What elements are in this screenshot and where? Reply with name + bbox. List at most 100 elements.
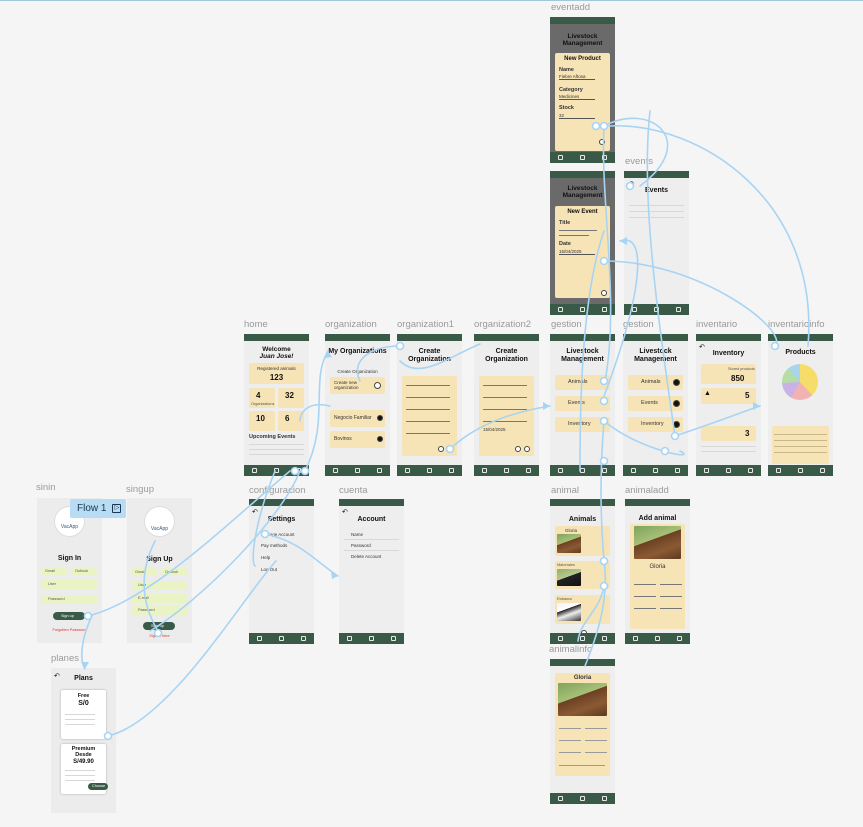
frame-configuracion[interactable]: ↶ Settings Manage Account Pay methods He… [249, 499, 314, 644]
calendar-icon[interactable] [797, 468, 803, 473]
calendar-icon[interactable] [368, 636, 374, 641]
form-field[interactable] [660, 584, 682, 585]
confirm-button[interactable] [447, 446, 453, 452]
frame-organization2[interactable]: Create Organization 15/04/2025 [474, 334, 539, 476]
frame-singup[interactable]: VacApp Sign Up Gmail Outlook User E-mail… [127, 498, 192, 643]
home-icon[interactable] [776, 468, 782, 473]
play-icon[interactable]: ▷ [112, 504, 122, 513]
outlook-button[interactable]: Outlook [161, 568, 187, 576]
cow-icon[interactable] [601, 636, 607, 641]
plan-card-free[interactable]: Free S/0 [61, 690, 106, 739]
account-item-name[interactable]: Name [351, 532, 363, 537]
stat-card-organizations[interactable]: 4 Organizations [249, 388, 275, 408]
form-field[interactable] [634, 596, 656, 597]
email-input[interactable]: E-mail [131, 594, 188, 603]
choose-plan-button[interactable]: Choose [88, 783, 108, 790]
menu-item-events[interactable]: Events [555, 396, 610, 411]
account-item-password[interactable]: Password [351, 543, 371, 548]
home-icon[interactable] [558, 796, 564, 801]
form-field[interactable] [483, 409, 527, 410]
cow-icon[interactable] [601, 468, 607, 473]
frame-inventarioinfo[interactable]: Products [768, 334, 833, 476]
form-field[interactable] [660, 608, 682, 609]
home-icon[interactable] [252, 468, 258, 473]
calendar-icon[interactable] [725, 468, 731, 473]
calendar-icon[interactable] [654, 636, 660, 641]
sign-up-button[interactable]: Sign up [143, 622, 175, 630]
settings-item-logout[interactable]: Log Out [261, 567, 277, 572]
frame-gestion2[interactable]: Livestock Management Animals Events Inve… [623, 334, 688, 476]
form-field[interactable] [406, 409, 450, 410]
back-arrow-icon[interactable]: ↶ [252, 508, 258, 516]
frame-animal[interactable]: Animals Gloria Matorrales Robasco [550, 499, 615, 644]
form-field[interactable] [483, 397, 527, 398]
cow-icon[interactable] [295, 468, 301, 473]
user-input[interactable]: User [131, 581, 188, 590]
stat-card-2[interactable]: 32 [278, 388, 304, 408]
sign-in-link[interactable]: Sign in here [127, 634, 192, 638]
animal-card[interactable]: Gloria [555, 526, 610, 556]
form-field[interactable] [406, 397, 450, 398]
frame-events[interactable]: ↶ Events [624, 171, 689, 315]
home-icon[interactable] [347, 636, 353, 641]
home-icon[interactable] [704, 468, 710, 473]
frame-animalinfo[interactable]: Gloria [550, 659, 615, 804]
cow-icon[interactable] [448, 468, 454, 473]
menu-item-events[interactable]: Events [628, 396, 683, 411]
org-card-2[interactable]: Bovinos [330, 431, 385, 448]
frame-organization1[interactable]: Create Organization [397, 334, 462, 476]
cancel-button[interactable] [515, 446, 521, 452]
frame-gestion[interactable]: Livestock Management Animals Events Inve… [550, 334, 615, 476]
form-field[interactable] [660, 596, 682, 597]
form-field[interactable] [406, 385, 450, 386]
frame-animaladd[interactable]: Add animal Gloria [625, 499, 690, 644]
frame-sinin[interactable]: VacApp Sign In Gmail Outlook User Passwo… [37, 498, 102, 643]
frame-organization[interactable]: My Organizations Create Organization Cre… [325, 334, 390, 476]
cow-icon[interactable] [601, 307, 607, 312]
calendar-icon[interactable] [579, 155, 585, 160]
sign-in-button[interactable]: Sign up [53, 612, 85, 620]
menu-item-animals[interactable]: Animals [628, 375, 683, 390]
title-field[interactable] [559, 230, 597, 231]
date-field[interactable]: 15/04/2025 [559, 249, 595, 255]
frame-eventadd[interactable]: Livestock Management New Product Name Fi… [550, 17, 615, 163]
cow-icon[interactable] [376, 468, 382, 473]
home-icon[interactable] [631, 468, 637, 473]
cancel-button[interactable] [438, 446, 444, 452]
calendar-icon[interactable] [579, 636, 585, 641]
form-field[interactable] [406, 421, 450, 422]
cow-icon[interactable] [601, 796, 607, 801]
save-button[interactable] [601, 290, 607, 296]
calendar-icon[interactable] [579, 468, 585, 473]
home-icon[interactable] [558, 468, 564, 473]
name-field[interactable]: Fiebre Aftosa [559, 74, 595, 80]
cow-icon[interactable] [601, 155, 607, 160]
cow-icon[interactable] [676, 636, 682, 641]
calendar-icon[interactable] [579, 307, 585, 312]
cow-icon[interactable] [390, 636, 396, 641]
home-icon[interactable] [333, 468, 339, 473]
home-icon[interactable] [558, 155, 564, 160]
stat-card-4[interactable]: 6 [278, 411, 304, 431]
alert-card[interactable]: ▲ 5 [701, 388, 756, 404]
settings-item-pay-methods[interactable]: Pay methods [261, 543, 287, 548]
home-icon[interactable] [405, 468, 411, 473]
stock-field[interactable]: 32 [559, 113, 595, 119]
cow-icon[interactable] [300, 636, 306, 641]
settings-item-manage-account[interactable]: Manage Account [261, 532, 295, 537]
flow-start-tag[interactable]: Flow 1 ▷ [70, 499, 126, 518]
frame-inventario[interactable]: ↶ Inventory Stored products 850 ▲ 5 3 [696, 334, 761, 476]
cow-icon[interactable] [675, 307, 681, 312]
settings-item-help[interactable]: Help [261, 555, 270, 560]
form-field[interactable] [483, 421, 527, 422]
calendar-icon[interactable] [278, 636, 284, 641]
save-button[interactable] [599, 139, 605, 145]
home-icon[interactable] [558, 307, 564, 312]
frame-cuenta[interactable]: ↶ Account Name Password Delete Account [339, 499, 404, 644]
password-input[interactable]: Password [41, 595, 98, 604]
gmail-button[interactable]: Gmail [131, 568, 157, 576]
stored-products-card[interactable]: Stored products 850 [701, 364, 756, 384]
calendar-icon[interactable] [579, 796, 585, 801]
cow-icon[interactable] [674, 468, 680, 473]
category-field[interactable]: Medicines [559, 94, 595, 100]
